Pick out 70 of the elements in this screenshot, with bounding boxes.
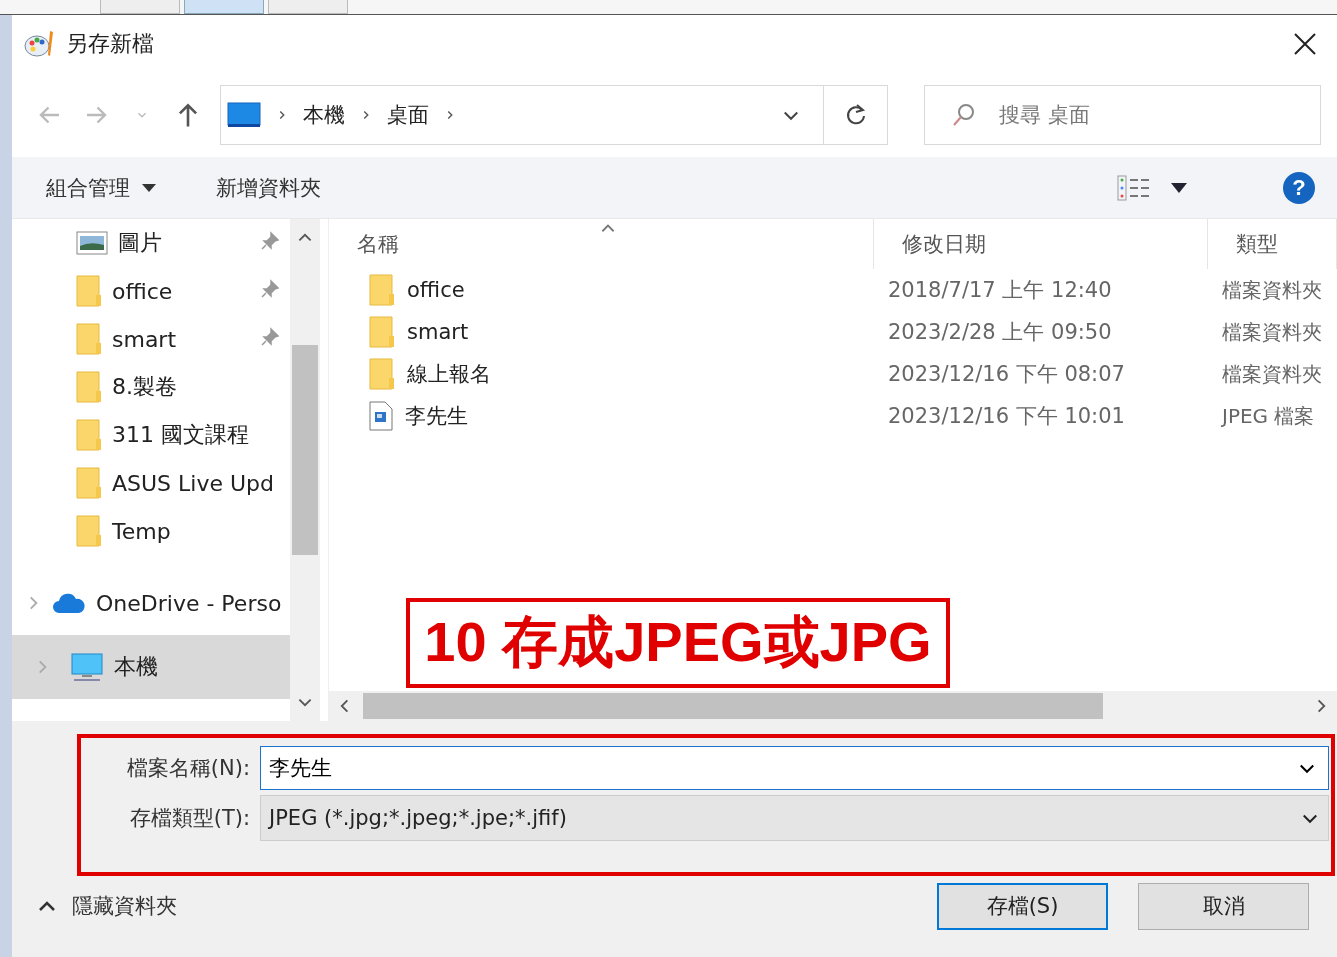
details-view-icon: [1117, 174, 1151, 201]
scrollbar-thumb[interactable]: [363, 693, 1103, 719]
modified-date: 2018/7/17 上午 12:40: [887, 277, 1113, 304]
cloud-icon: [52, 592, 86, 614]
file-name-field[interactable]: 李先生: [260, 746, 1329, 790]
vertical-scrollbar[interactable]: [290, 219, 320, 721]
pin-icon: [260, 326, 280, 347]
nav-item[interactable]: office: [12, 267, 290, 315]
save-button[interactable]: 存檔(S): [937, 882, 1108, 930]
new-folder-button[interactable]: 新增資料夾: [216, 173, 321, 202]
column-header[interactable]: 名稱: [329, 219, 874, 269]
nav-item[interactable]: smart: [12, 315, 290, 363]
horizontal-scrollbar[interactable]: [329, 691, 1337, 721]
file-name[interactable]: office: [407, 278, 465, 302]
close-icon: [1293, 32, 1317, 56]
modified-date: 2023/2/28 上午 09:50: [887, 319, 1113, 346]
folder-icon: [369, 358, 395, 390]
paint-palette-icon: [24, 29, 56, 59]
pin-icon: [260, 230, 280, 251]
folder-icon: [76, 275, 102, 307]
caret-down-icon: [1171, 182, 1187, 193]
refresh-icon: [844, 104, 867, 126]
help-button[interactable]: ?: [1283, 171, 1315, 204]
file-type: JPEG 檔案: [1220, 402, 1316, 430]
folder-icon: [369, 316, 395, 348]
search-icon: [951, 102, 977, 128]
file-type: 檔案資料夾: [1221, 360, 1323, 388]
folder-icon: [76, 371, 102, 403]
window-title: 另存新檔: [66, 30, 154, 58]
field-label: 存檔類型(T):: [128, 805, 250, 832]
file-name[interactable]: 線上報名: [407, 360, 491, 388]
file-type-dropdown[interactable]: JPEG (*.jpg;*.jpeg;*.jpe;*.jfif): [260, 795, 1329, 841]
nav-item[interactable]: ASUS Live Upd: [12, 459, 290, 507]
chevron-up-icon: [38, 900, 56, 912]
breadcrumb[interactable]: 桌面: [387, 101, 429, 129]
column-header[interactable]: 修改日期: [874, 219, 1208, 269]
monitor-icon: [70, 652, 104, 682]
scrollbar-thumb[interactable]: [292, 345, 318, 555]
folder-icon: [76, 323, 102, 355]
file-name[interactable]: 李先生: [405, 402, 468, 430]
search-field[interactable]: 搜尋 桌面: [924, 85, 1321, 145]
file-name[interactable]: smart: [407, 320, 469, 344]
hide-folders-button[interactable]: 隱藏資料夾: [12, 891, 183, 921]
nav-item[interactable]: 圖片: [12, 219, 290, 267]
pin-icon: [260, 278, 280, 299]
modified-date: 2023/12/16 下午 08:07: [887, 361, 1126, 388]
modified-date: 2023/12/16 下午 10:01: [887, 403, 1126, 430]
nav-item[interactable]: Temp: [12, 507, 290, 555]
breadcrumb[interactable]: 本機: [303, 101, 345, 129]
nav-item[interactable]: 311 國文課程: [12, 411, 290, 459]
file-type: 檔案資料夾: [1221, 276, 1323, 304]
folder-icon: [76, 515, 102, 547]
address-bar[interactable]: 本機 桌面: [220, 85, 888, 145]
caret-down-icon: [142, 183, 156, 192]
folder-icon: [369, 274, 395, 306]
folder-icon: [76, 467, 102, 499]
nav-item[interactable]: 8.製卷: [12, 363, 290, 411]
view-options-button[interactable]: [1117, 174, 1187, 201]
annotation-callout: 10 存成JPEG或JPG: [406, 598, 950, 688]
column-header[interactable]: 類型: [1208, 219, 1337, 269]
monitor-icon: [227, 102, 261, 128]
picture-icon: [76, 231, 108, 255]
folder-icon: [76, 419, 102, 451]
image-file-icon: [369, 401, 393, 431]
organize-menu-button[interactable]: 組合管理: [46, 173, 156, 202]
field-label: 檔案名稱(N):: [125, 755, 250, 782]
file-type: 檔案資料夾: [1221, 318, 1323, 346]
cancel-button[interactable]: 取消: [1138, 882, 1309, 930]
nav-item[interactable]: 本機: [12, 635, 290, 699]
nav-item[interactable]: OneDrive - Perso: [12, 571, 290, 635]
